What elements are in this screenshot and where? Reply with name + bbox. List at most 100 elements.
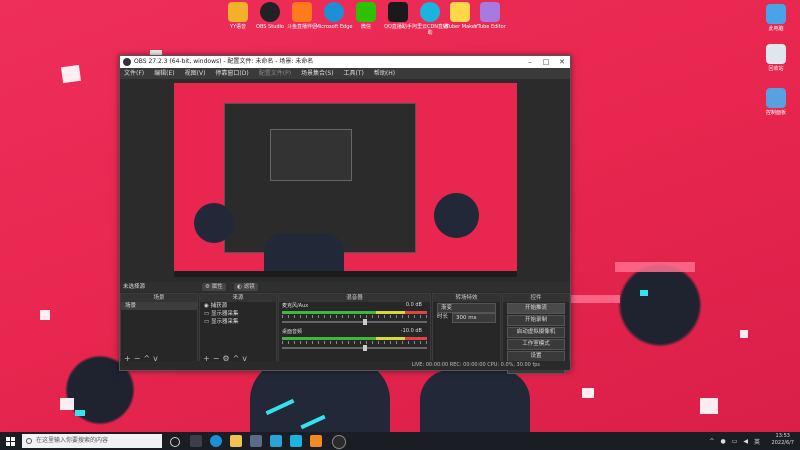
menu-file[interactable]: 文件(F): [124, 68, 144, 79]
window-icon: ▭: [204, 311, 210, 317]
store-icon[interactable]: [250, 435, 262, 447]
wallpaper-white-square: [60, 398, 74, 410]
start-streaming-button[interactable]: 开始推流: [507, 303, 565, 314]
volume-ticks: [282, 315, 427, 318]
yy-icon: [228, 2, 248, 22]
obs-icon: [260, 2, 280, 22]
properties-button[interactable]: ⚙ 属性: [202, 283, 226, 291]
monitor-icon: ▭: [204, 319, 210, 325]
filters-button[interactable]: ◐ 滤镜: [234, 283, 258, 291]
desktop-icon-control-panel[interactable]: 控制面板: [756, 88, 796, 116]
scenes-header: 场景: [121, 294, 197, 302]
sources-header: 来源: [200, 294, 276, 302]
filter-icon: ◐: [237, 284, 242, 290]
clock-time: 13:53: [775, 433, 790, 439]
file-explorer-icon[interactable]: [230, 435, 242, 447]
desktop-icon-recycle-bin[interactable]: 回收站: [756, 44, 796, 72]
obs-titlebar[interactable]: OBS 27.2.3 (64-bit, windows) - 配置文件: 未命名…: [120, 56, 570, 68]
volume-ticks: [282, 341, 427, 344]
desktop-icon-vtube-editor[interactable]: VTube Editor: [470, 2, 510, 30]
microphone-icon[interactable]: ●: [720, 438, 725, 445]
menu-profile[interactable]: 配置文件(P): [259, 68, 291, 79]
menu-scene-collection[interactable]: 场景集合(S): [301, 68, 334, 79]
vtuber-maker-icon: [450, 2, 470, 22]
taskbar-icon-5[interactable]: [270, 435, 282, 447]
desktop-icon-label: 斗鱼直播伴侣: [286, 24, 317, 30]
start-recording-button[interactable]: 开始录制: [507, 315, 565, 326]
taskbar-icon-6[interactable]: [290, 435, 302, 447]
volume-slider[interactable]: [282, 319, 427, 325]
menu-help[interactable]: 帮助(H): [374, 68, 395, 79]
taskbar-icon-7[interactable]: [310, 435, 322, 447]
obs-taskbar-icon[interactable]: [332, 435, 346, 449]
source-item[interactable]: ◉ 捕获源: [200, 302, 276, 310]
obs-title: OBS 27.2.3 (64-bit, windows) - 配置文件: 未命名…: [134, 58, 314, 65]
source-label: 捕获源: [210, 303, 228, 309]
minimize-icon[interactable]: –: [522, 56, 538, 68]
maximize-icon[interactable]: □: [538, 56, 554, 68]
volume-slider-handle[interactable]: [363, 319, 367, 325]
obs-window[interactable]: OBS 27.2.3 (64-bit, windows) - 配置文件: 未命名…: [119, 55, 571, 374]
volume-slider[interactable]: [282, 345, 427, 351]
controls-header: 控件: [503, 294, 569, 302]
aliyun-icon: [420, 2, 440, 22]
taskbar-search-input[interactable]: 在这里输入你要搜索的内容: [22, 434, 162, 448]
taskbar-icon-1[interactable]: [190, 435, 202, 447]
scene-item[interactable]: 场景: [121, 302, 197, 310]
desktop-icon-label: OBS Studio: [256, 24, 284, 30]
transitions-header: 转场特效: [433, 294, 500, 302]
wallpaper-white-square: [700, 398, 718, 414]
clock-date: 2022/6/7: [771, 440, 794, 446]
obs-menubar: 文件(F) 编辑(E) 视图(V) 停靠窗口(D) 配置文件(P) 场景集合(S…: [120, 68, 570, 79]
preview-taskbar: [174, 271, 517, 277]
desktop-icon-this-pc[interactable]: 此电脑: [756, 4, 796, 32]
no-source-selected-label: 未选择源: [123, 284, 146, 290]
input-language[interactable]: 英: [754, 437, 760, 446]
desktop-icon-label: QQ直播助手: [384, 24, 412, 30]
gear-icon: ⚙: [205, 284, 210, 290]
menu-docks[interactable]: 停靠窗口(D): [215, 68, 248, 79]
volume-meter: [282, 311, 427, 314]
studio-mode-button[interactable]: 工作室模式: [507, 339, 565, 350]
duration-label: 时长: [437, 314, 449, 320]
volume-icon[interactable]: ◀: [743, 438, 748, 445]
obs-preview[interactable]: [174, 83, 517, 277]
start-virtual-camera-button[interactable]: 启动虚拟摄像机: [507, 327, 565, 338]
obs-statusbar: LIVE: 00:00:00 REC: 00:00:00 CPU: 0.0%, …: [120, 361, 570, 370]
wallpaper-pink-strip: [570, 295, 620, 303]
network-icon[interactable]: ▭: [732, 438, 738, 445]
volume-slider-handle[interactable]: [363, 345, 367, 351]
computer-icon: [766, 4, 786, 24]
menu-view[interactable]: 视图(V): [185, 68, 206, 79]
recycle-bin-icon: [766, 44, 786, 64]
tray-arrow-icon[interactable]: ^: [709, 438, 714, 445]
preview-robot-shape: [194, 203, 234, 243]
obs-app-icon: [123, 58, 131, 66]
menu-tools[interactable]: 工具(T): [344, 68, 364, 79]
wallpaper-white-square: [740, 330, 748, 338]
task-view-icon[interactable]: [170, 437, 180, 447]
windows-start-icon[interactable]: [6, 437, 15, 446]
vtube-editor-icon: [480, 2, 500, 22]
mixer-header: 混音器: [279, 294, 430, 302]
preview-nested-capture-inner: [270, 129, 352, 181]
douyu-icon: [292, 2, 312, 22]
filters-button-label: 滤镜: [243, 284, 255, 290]
mixer-channel-db: 0.0 dB: [405, 302, 422, 308]
edge-icon[interactable]: [210, 435, 222, 447]
source-item[interactable]: ▭ 显示器采集: [200, 310, 276, 318]
edge-icon: [324, 2, 344, 22]
source-item[interactable]: ▭ 显示器采集: [200, 318, 276, 326]
source-toolbar: 未选择源 ⚙ 属性 ◐ 滤镜: [120, 282, 570, 292]
taskbar-clock[interactable]: 13:53 2022/6/7: [772, 433, 794, 447]
menu-edit[interactable]: 编辑(E): [154, 68, 174, 79]
controls-dock: 控件 开始推流 开始录制 启动虚拟摄像机 工作室模式 设置 退出: [502, 293, 570, 374]
window-controls: – □ ✕: [522, 56, 570, 68]
wallpaper-white-square: [582, 388, 594, 398]
scenes-dock: 场景 场景 +−^v: [120, 293, 198, 365]
wallpaper-cyan-stripe: [75, 410, 85, 416]
desktop-icon-label: 微信: [360, 24, 371, 30]
close-icon[interactable]: ✕: [554, 56, 570, 68]
mixer-channel-db: -10.0 dB: [400, 328, 422, 334]
duration-input[interactable]: 300 ms: [452, 313, 496, 323]
